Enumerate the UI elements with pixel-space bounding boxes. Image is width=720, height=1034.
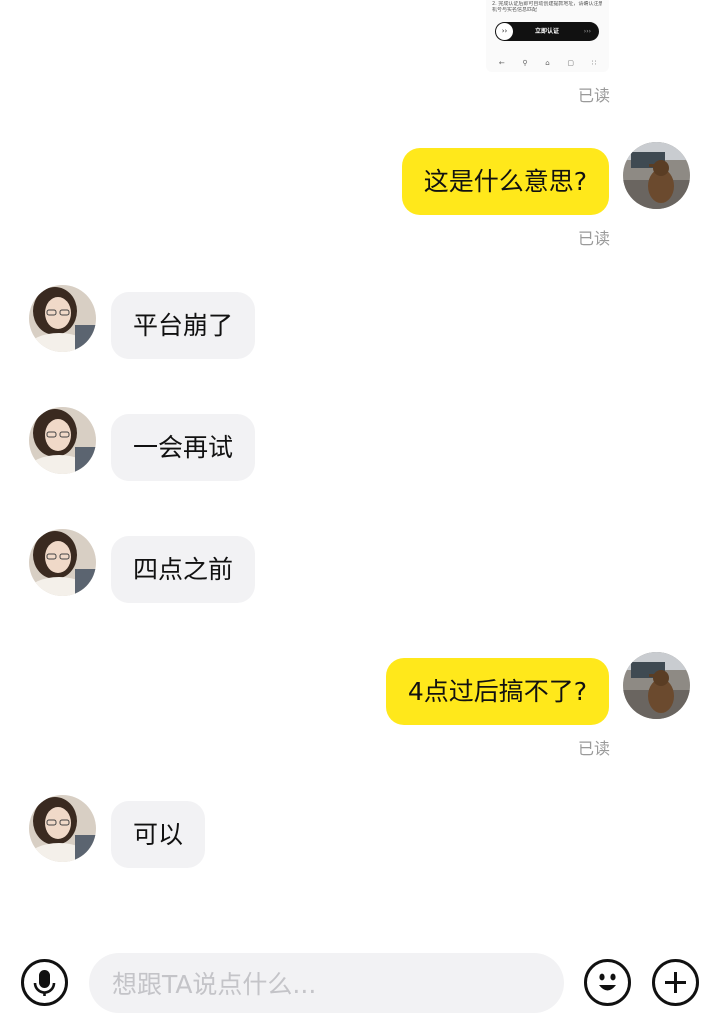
outgoing-message-bubble[interactable]: 这是什么意思? [401, 148, 609, 215]
my-avatar[interactable] [623, 142, 690, 209]
slider-arrows-icon: ››› [583, 28, 591, 35]
contact-avatar[interactable] [29, 795, 96, 862]
voice-input-button[interactable] [21, 959, 68, 1006]
read-status: 已读 [577, 229, 610, 248]
plus-icon [665, 972, 686, 993]
contact-avatar[interactable] [29, 407, 96, 474]
incoming-message-bubble[interactable]: 一会再试 [111, 414, 256, 481]
screenshot-verify-slider: ›› 立即认证 ››› [495, 22, 599, 41]
screenshot-browser-nav: ← ⚲ ⌂ ▢ ∷ [490, 57, 605, 69]
screenshot-text: 2. 完成认证后即可自动创建提款地址，请确认注册手 机号与实名信息匹配 [492, 1, 602, 13]
screenshot-text-line: 机号与实名信息匹配 [492, 7, 538, 13]
tabs-icon: ▢ [567, 59, 574, 67]
my-avatar[interactable] [623, 652, 690, 719]
message-input-container[interactable] [89, 953, 564, 1015]
read-status: 已读 [577, 739, 610, 758]
menu-grid-icon: ∷ [591, 59, 597, 67]
message-input[interactable] [110, 953, 544, 1015]
emoji-button[interactable] [584, 959, 631, 1006]
home-icon: ⌂ [545, 59, 550, 67]
search-icon: ⚲ [522, 59, 528, 67]
incoming-message-bubble[interactable]: 四点之前 [111, 536, 256, 603]
read-status: 已读 [577, 86, 610, 105]
contact-avatar[interactable] [29, 529, 96, 596]
contact-avatar[interactable] [29, 285, 96, 352]
back-arrow-icon: ← [498, 59, 505, 67]
shared-screenshot-image[interactable]: 2. 完成认证后即可自动创建提款地址，请确认注册手 机号与实名信息匹配 ›› 立… [486, 0, 609, 72]
incoming-message-bubble[interactable]: 可以 [111, 801, 206, 868]
outgoing-message-bubble[interactable]: 4点过后搞不了? [385, 658, 609, 725]
more-actions-button[interactable] [652, 959, 699, 1006]
microphone-icon [33, 970, 56, 996]
incoming-message-bubble[interactable]: 平台崩了 [111, 292, 256, 359]
emoji-icon [599, 973, 616, 991]
